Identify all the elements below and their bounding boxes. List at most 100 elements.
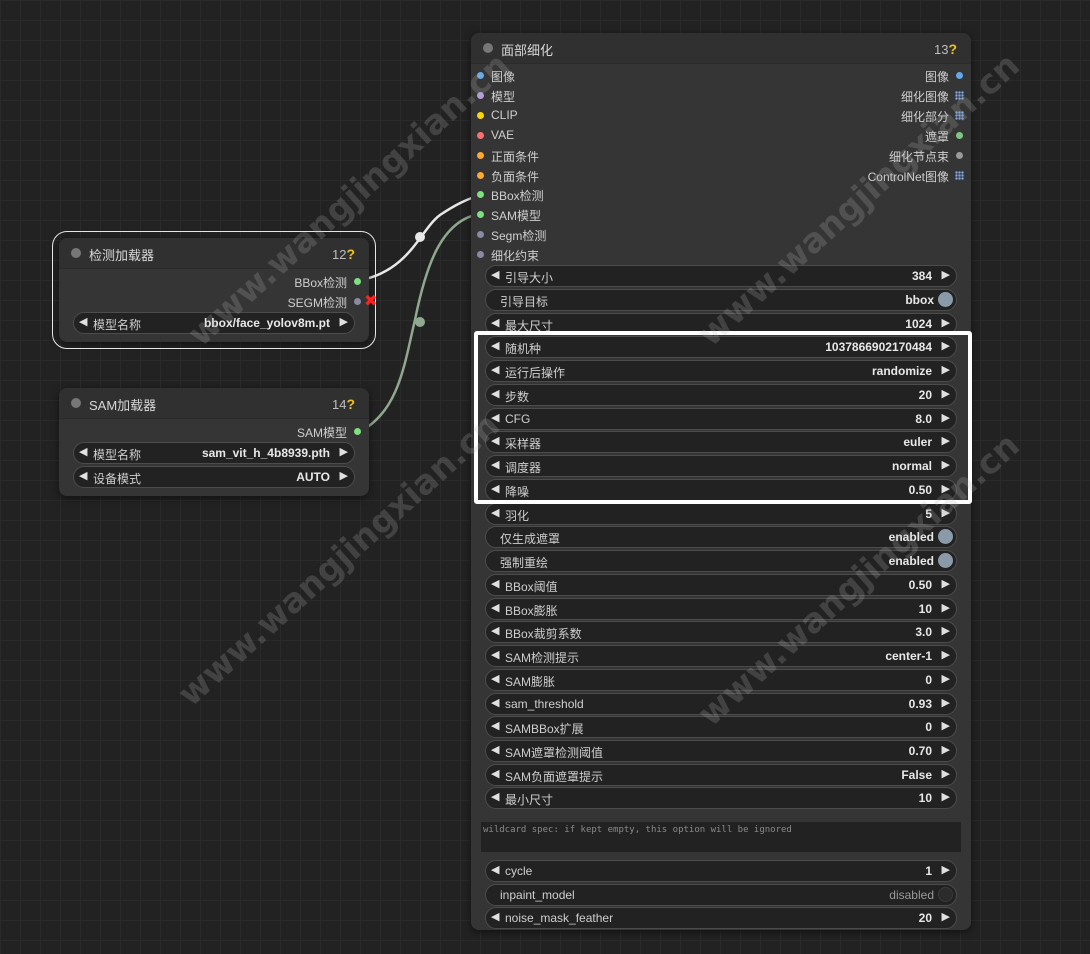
widget-sam-threshold[interactable]: ◀ sam_threshold 0.93 ▶ bbox=[485, 693, 957, 715]
widget-denoise[interactable]: ◀ 降噪 0.50 ▶ bbox=[485, 479, 957, 501]
decrement-arrow-icon[interactable]: ◀ bbox=[491, 648, 499, 661]
increment-arrow-icon[interactable]: ▶ bbox=[942, 743, 950, 756]
decrement-arrow-icon[interactable]: ◀ bbox=[491, 506, 499, 519]
toggle-knob-icon[interactable] bbox=[938, 292, 953, 307]
widget-sam-dilation[interactable]: ◀ SAM膨胀 0 ▶ bbox=[485, 669, 957, 691]
widget-bbox-crop-factor[interactable]: ◀ BBox裁剪系数 3.0 ▶ bbox=[485, 621, 957, 643]
widget-sam-mask-hint-threshold[interactable]: ◀ SAM遮罩检测阈值 0.70 ▶ bbox=[485, 740, 957, 762]
increment-arrow-icon[interactable]: ▶ bbox=[942, 268, 950, 281]
increment-arrow-icon[interactable]: ▶ bbox=[942, 767, 950, 780]
widget-guide-target[interactable]: 引导目标 bbox bbox=[485, 289, 957, 311]
face-detailer-node[interactable]: 面部细化 13? 图像 模型 CLIP VAE 正面条件 负面条件 BBox检测… bbox=[471, 33, 971, 930]
decrement-arrow-icon[interactable]: ◀ bbox=[491, 339, 499, 352]
help-question-icon[interactable]: ? bbox=[346, 396, 355, 412]
increment-arrow-icon[interactable]: ▶ bbox=[942, 863, 950, 876]
input-dot-icon[interactable] bbox=[477, 92, 484, 99]
decrement-arrow-icon[interactable]: ◀ bbox=[79, 469, 87, 482]
widget-force-inpaint[interactable]: 强制重绘 enabled bbox=[485, 550, 957, 572]
decrement-arrow-icon[interactable]: ◀ bbox=[491, 863, 499, 876]
increment-arrow-icon[interactable]: ▶ bbox=[942, 648, 950, 661]
widget-seed[interactable]: ◀ 随机种 1037866902170484 ▶ bbox=[485, 336, 957, 358]
increment-arrow-icon[interactable]: ▶ bbox=[942, 458, 950, 471]
decrement-arrow-icon[interactable]: ◀ bbox=[491, 624, 499, 637]
increment-arrow-icon[interactable]: ▶ bbox=[942, 601, 950, 614]
list-grid-icon[interactable] bbox=[955, 171, 964, 180]
widget-sampler[interactable]: ◀ 采样器 euler ▶ bbox=[485, 431, 957, 453]
toggle-knob-icon[interactable] bbox=[938, 529, 953, 544]
input-dot-icon[interactable] bbox=[477, 132, 484, 139]
increment-arrow-icon[interactable]: ▶ bbox=[942, 696, 950, 709]
widget-steps[interactable]: ◀ 步数 20 ▶ bbox=[485, 384, 957, 406]
decrement-arrow-icon[interactable]: ◀ bbox=[491, 434, 499, 447]
increment-arrow-icon[interactable]: ▶ bbox=[942, 672, 950, 685]
increment-arrow-icon[interactable]: ▶ bbox=[942, 339, 950, 352]
widget-scheduler[interactable]: ◀ 调度器 normal ▶ bbox=[485, 455, 957, 477]
input-dot-icon[interactable] bbox=[477, 152, 484, 159]
increment-arrow-icon[interactable]: ▶ bbox=[942, 316, 950, 329]
increment-arrow-icon[interactable]: ▶ bbox=[942, 482, 950, 495]
output-dot-icon[interactable] bbox=[354, 278, 361, 285]
decrement-arrow-icon[interactable]: ◀ bbox=[491, 387, 499, 400]
widget-sam-mask-hint-negative[interactable]: ◀ SAM负面遮罩提示 False ▶ bbox=[485, 764, 957, 786]
decrement-arrow-icon[interactable]: ◀ bbox=[491, 696, 499, 709]
sam-loader-node[interactable]: SAM加载器 14? SAM模型 ◀ 模型名称 sam_vit_h_4b8939… bbox=[59, 388, 369, 496]
widget-sam-bbox-expansion[interactable]: ◀ SAMBBox扩展 0 ▶ bbox=[485, 716, 957, 738]
widget-bbox-dilation[interactable]: ◀ BBox膨胀 10 ▶ bbox=[485, 598, 957, 620]
increment-arrow-icon[interactable]: ▶ bbox=[942, 577, 950, 590]
increment-arrow-icon[interactable]: ▶ bbox=[942, 434, 950, 447]
widget-max-size[interactable]: ◀ 最大尺寸 1024 ▶ bbox=[485, 313, 957, 335]
decrement-arrow-icon[interactable]: ◀ bbox=[491, 910, 499, 923]
input-dot-icon[interactable] bbox=[477, 191, 484, 198]
list-grid-icon[interactable] bbox=[955, 91, 964, 100]
decrement-arrow-icon[interactable]: ◀ bbox=[491, 316, 499, 329]
decrement-arrow-icon[interactable]: ◀ bbox=[491, 482, 499, 495]
input-dot-icon[interactable] bbox=[477, 72, 484, 79]
widget-cycle[interactable]: ◀ cycle 1 ▶ bbox=[485, 860, 957, 882]
widget-feather[interactable]: ◀ 羽化 5 ▶ bbox=[485, 503, 957, 525]
decrement-arrow-icon[interactable]: ◀ bbox=[491, 601, 499, 614]
sam-node-header[interactable]: SAM加载器 14? bbox=[59, 388, 369, 419]
increment-arrow-icon[interactable]: ▶ bbox=[942, 506, 950, 519]
widget-sam-detection-hint[interactable]: ◀ SAM检测提示 center-1 ▶ bbox=[485, 645, 957, 667]
increment-arrow-icon[interactable]: ▶ bbox=[942, 910, 950, 923]
decrement-arrow-icon[interactable]: ◀ bbox=[491, 411, 499, 424]
widget-inpaint-model[interactable]: inpaint_model disabled bbox=[485, 884, 957, 906]
collapse-dot-icon[interactable] bbox=[483, 43, 493, 53]
widget-sam-model-name[interactable]: ◀ 模型名称 sam_vit_h_4b8939.pth ▶ bbox=[73, 442, 355, 464]
output-dot-icon[interactable] bbox=[354, 428, 361, 435]
decrement-arrow-icon[interactable]: ◀ bbox=[491, 719, 499, 732]
increment-arrow-icon[interactable]: ▶ bbox=[942, 411, 950, 424]
widget-noise-mask-feather[interactable]: ◀ noise_mask_feather 20 ▶ bbox=[485, 907, 957, 929]
decrement-arrow-icon[interactable]: ◀ bbox=[491, 743, 499, 756]
input-dot-icon[interactable] bbox=[477, 211, 484, 218]
increment-arrow-icon[interactable]: ▶ bbox=[942, 363, 950, 376]
face-node-header[interactable]: 面部细化 13? bbox=[471, 33, 971, 64]
increment-arrow-icon[interactable]: ▶ bbox=[942, 719, 950, 732]
decrement-arrow-icon[interactable]: ◀ bbox=[491, 268, 499, 281]
widget-device-mode[interactable]: ◀ 设备模式 AUTO ▶ bbox=[73, 466, 355, 488]
decrement-arrow-icon[interactable]: ◀ bbox=[491, 363, 499, 376]
decrement-arrow-icon[interactable]: ◀ bbox=[79, 315, 87, 328]
increment-arrow-icon[interactable]: ▶ bbox=[340, 315, 348, 328]
collapse-dot-icon[interactable] bbox=[71, 248, 81, 258]
input-dot-icon[interactable] bbox=[477, 172, 484, 179]
decrement-arrow-icon[interactable]: ◀ bbox=[491, 458, 499, 471]
widget-guide-size[interactable]: ◀ 引导大小 384 ▶ bbox=[485, 265, 957, 287]
input-dot-icon[interactable] bbox=[477, 231, 484, 238]
decrement-arrow-icon[interactable]: ◀ bbox=[491, 672, 499, 685]
decrement-arrow-icon[interactable]: ◀ bbox=[491, 577, 499, 590]
list-grid-icon[interactable] bbox=[955, 111, 964, 120]
output-dot-icon[interactable] bbox=[354, 298, 361, 305]
collapse-dot-icon[interactable] bbox=[71, 398, 81, 408]
increment-arrow-icon[interactable]: ▶ bbox=[340, 445, 348, 458]
increment-arrow-icon[interactable]: ▶ bbox=[942, 624, 950, 637]
wildcard-textarea[interactable]: wildcard spec: if kept empty, this optio… bbox=[481, 822, 961, 852]
increment-arrow-icon[interactable]: ▶ bbox=[340, 469, 348, 482]
toggle-knob-icon[interactable] bbox=[938, 887, 953, 902]
detector-node-header[interactable]: 检测加载器 12? bbox=[59, 238, 369, 269]
widget-noise-mask[interactable]: 仅生成遮罩 enabled bbox=[485, 526, 957, 548]
increment-arrow-icon[interactable]: ▶ bbox=[942, 387, 950, 400]
decrement-arrow-icon[interactable]: ◀ bbox=[491, 790, 499, 803]
help-question-icon[interactable]: ? bbox=[948, 41, 957, 57]
widget-control-after-generate[interactable]: ◀ 运行后操作 randomize ▶ bbox=[485, 360, 957, 382]
